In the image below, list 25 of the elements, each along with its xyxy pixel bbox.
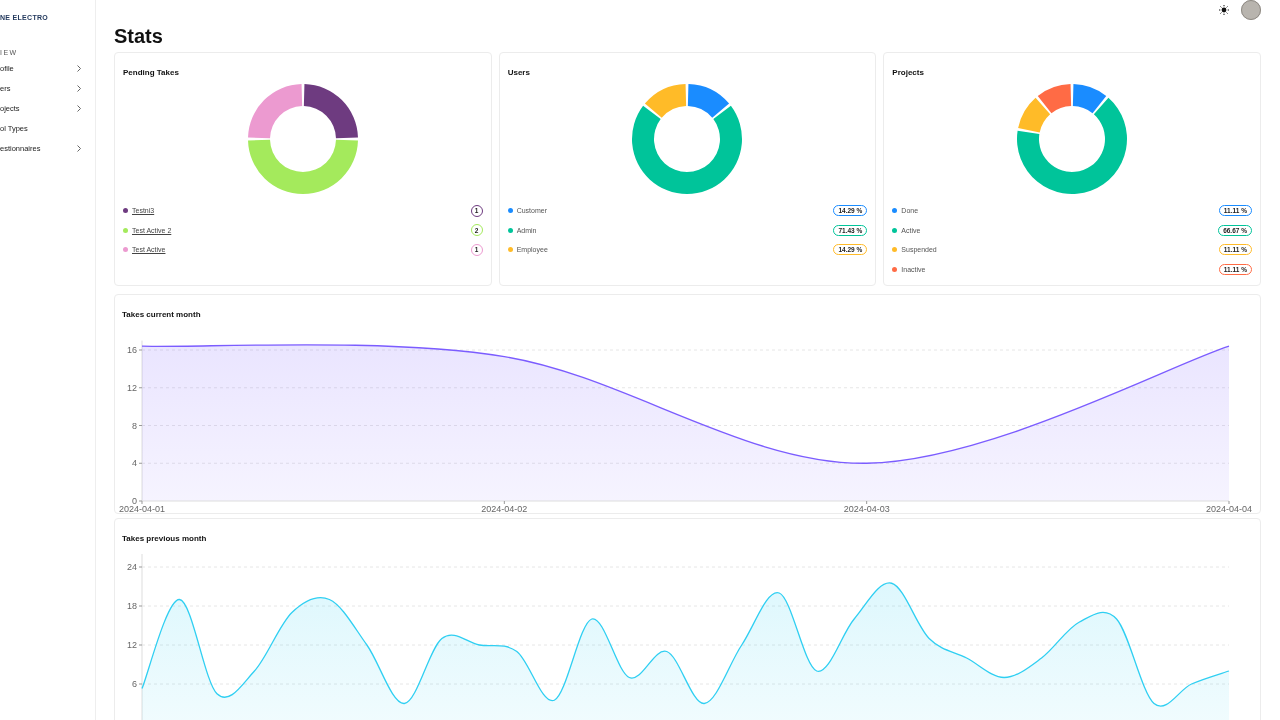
sun-icon[interactable] — [1219, 5, 1229, 15]
axis-tick-label: 2024-04-02 — [481, 504, 528, 513]
avatar[interactable] — [1241, 0, 1261, 20]
axis-tick-label: 2024-04-03 — [843, 504, 890, 513]
axis-tick-label: 12 — [127, 382, 137, 393]
page-title: Stats — [114, 25, 164, 48]
card-title: Projects — [892, 68, 924, 78]
axis-tick-label: 4 — [132, 458, 137, 469]
axis-tick-label: 0 — [132, 496, 137, 506]
axis-tick-label: 6 — [132, 679, 137, 689]
axis-tick-label: 2024-04-04 — [1206, 504, 1252, 513]
chevron-icon — [77, 144, 81, 152]
axis-tick-label: 12 — [127, 640, 137, 650]
axis-tick-label: 8 — [132, 420, 137, 431]
axis-tick-label: 16 — [127, 345, 137, 355]
card-title: Takes current month — [122, 310, 201, 319]
chevron-icon — [77, 104, 81, 112]
card-title: Users — [507, 68, 530, 78]
axis-tick-label: 2024-04-01 — [119, 504, 165, 513]
card-title: Pending Takes — [123, 68, 179, 78]
axis-tick-label: 24 — [127, 562, 137, 572]
axis-tick-label: 18 — [127, 601, 137, 611]
chevron-icon — [77, 84, 81, 92]
card-title: Takes previous month — [122, 534, 207, 543]
chevron-icon — [77, 64, 81, 72]
